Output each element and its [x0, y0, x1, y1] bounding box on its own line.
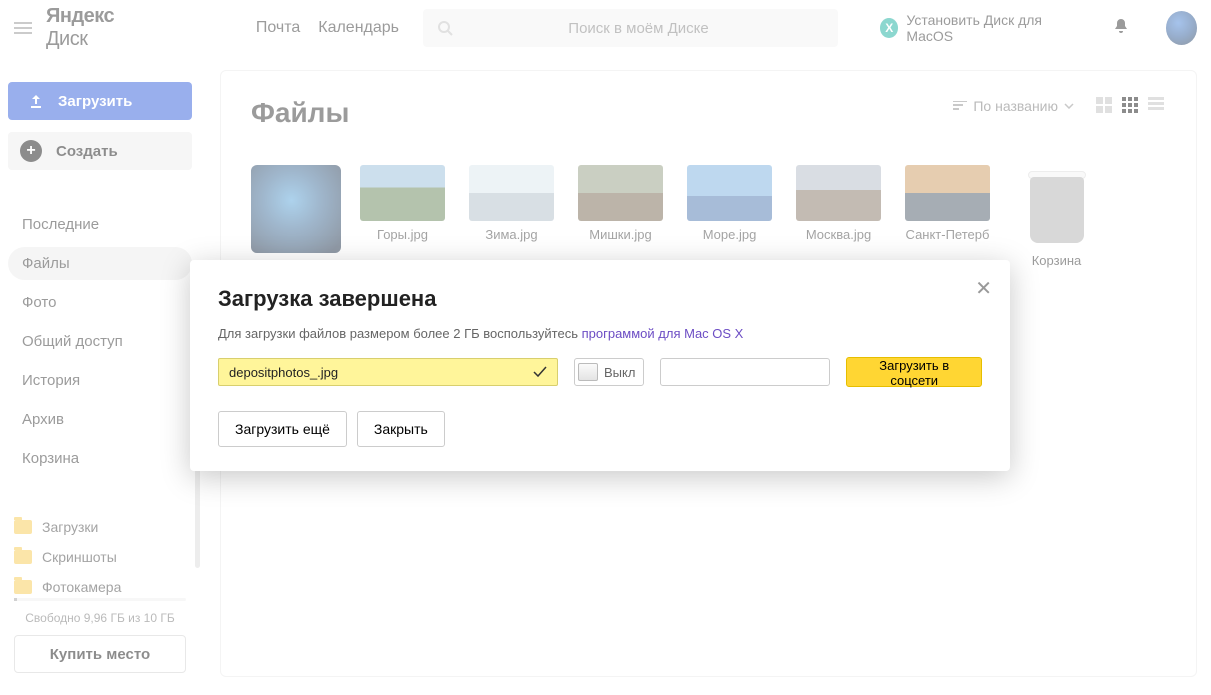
modal-title: Загрузка завершена: [218, 286, 982, 312]
upload-complete-modal: ✕ Загрузка завершена Для загрузки файлов…: [190, 260, 1010, 471]
close-icon[interactable]: ✕: [975, 276, 992, 301]
share-social-button[interactable]: Загрузить в соцсети: [846, 357, 982, 387]
upload-more-button[interactable]: Загрузить ещё: [218, 411, 347, 447]
close-button[interactable]: Закрыть: [357, 411, 445, 447]
share-toggle[interactable]: Выкл: [574, 358, 644, 386]
share-link-field[interactable]: [660, 358, 830, 386]
uploaded-file-row: depositphotos_.jpg: [218, 358, 558, 386]
uploaded-filename: depositphotos_.jpg: [229, 365, 338, 380]
toggle-knob: [578, 363, 598, 381]
modal-hint: Для загрузки файлов размером более 2 ГБ …: [218, 326, 982, 341]
check-icon: [533, 366, 547, 378]
macos-program-link[interactable]: программой для Mac OS X: [582, 326, 744, 341]
